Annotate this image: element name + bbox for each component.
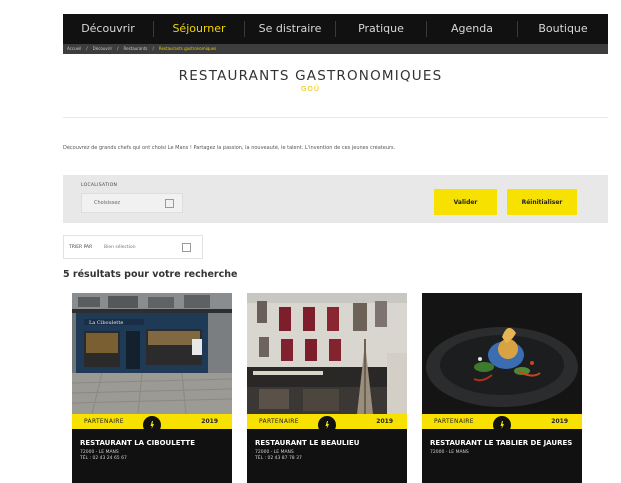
divider — [63, 117, 608, 118]
card-body: RESTAURANT LE BEAULIEU 72000 - LE MANS T… — [247, 429, 407, 483]
restaurant-name[interactable]: RESTAURANT LA CIBOULETTE — [80, 439, 224, 448]
restaurant-name[interactable]: RESTAURANT LE TABLIER DE JAURES — [430, 439, 574, 448]
partner-label: PARTENAIRE — [434, 418, 474, 425]
restaurant-phone: TÉL : 02 43 87 78 37 — [255, 456, 302, 461]
card-body: RESTAURANT LA CIBOULETTE 72000 - LE MANS… — [72, 429, 232, 483]
validate-button[interactable]: Valider — [434, 189, 497, 215]
breadcrumb-separator: / — [152, 46, 154, 51]
partner-band: PARTENAIRE 2019 — [422, 414, 582, 434]
partner-year: 2019 — [551, 418, 568, 425]
reset-button[interactable]: Réinitialiser — [507, 189, 577, 215]
breadcrumb-current: Restaurants gastronomiques — [158, 46, 217, 51]
sort-select-value[interactable]: Bien sélection — [104, 245, 136, 250]
filter-bar: LOCALISATION Choisissez Valider Réinitia… — [63, 175, 608, 223]
sort-toggle-icon[interactable] — [182, 243, 191, 252]
result-card[interactable]: PARTENAIRE 2019 RESTAURANT LE BEAULIEU 7… — [247, 293, 407, 483]
partner-band: PARTENAIRE 2019 — [247, 414, 407, 434]
select-toggle-icon[interactable] — [165, 199, 174, 208]
restaurant-city: 72000 - LE MANS — [430, 450, 469, 455]
location-select[interactable]: Choisissez — [81, 193, 183, 213]
svg-text:La Ciboulette: La Ciboulette — [89, 320, 123, 326]
breadcrumb-item[interactable]: Restaurants — [124, 44, 148, 54]
breadcrumb-item[interactable]: Accueil — [67, 44, 81, 54]
sort-label: TRIER PAR — [69, 244, 93, 250]
result-card[interactable]: PARTENAIRE 2019 RESTAURANT LE TABLIER DE… — [422, 293, 582, 483]
location-select-value: Choisissez — [94, 200, 121, 206]
nav-item-sejourner[interactable]: Séjourner — [154, 21, 245, 37]
nav-item-decouvrir[interactable]: Découvrir — [63, 21, 154, 37]
page-subtitle: GOÛ — [300, 85, 321, 93]
restaurant-photo[interactable]: La Ciboulette — [72, 293, 232, 414]
partner-year: 2019 — [376, 418, 393, 425]
nav-item-boutique[interactable]: Boutique — [518, 21, 608, 37]
restaurant-photo[interactable] — [422, 293, 582, 414]
main-navigation: Découvrir Séjourner Se distraire Pratiqu… — [63, 14, 608, 44]
nav-item-se-distraire[interactable]: Se distraire — [245, 21, 336, 37]
result-card[interactable]: La Ciboulette PARTENAIRE 2019 RESTAURANT… — [72, 293, 232, 483]
breadcrumb: Accueil / Découvrir / Restaurants / Rest… — [63, 44, 608, 54]
partner-label: PARTENAIRE — [84, 418, 124, 425]
partner-label: PARTENAIRE — [259, 418, 299, 425]
nav-item-pratique[interactable]: Pratique — [336, 21, 427, 37]
breadcrumb-separator: / — [86, 46, 88, 51]
results-count: 5 résultats pour votre recherche — [63, 269, 238, 280]
card-body: RESTAURANT LE TABLIER DE JAURES 72000 - … — [422, 429, 582, 483]
nav-item-agenda[interactable]: Agenda — [427, 21, 518, 37]
breadcrumb-item[interactable]: Découvrir — [93, 44, 113, 54]
restaurant-city: 72000 - LE MANS — [255, 450, 294, 455]
restaurant-phone: TÉL : 02 43 24 65 67 — [80, 456, 127, 461]
partner-band: PARTENAIRE 2019 — [72, 414, 232, 434]
page-title: RESTAURANTS GASTRONOMIQUES — [178, 68, 443, 84]
partner-year: 2019 — [201, 418, 218, 425]
breadcrumb-separator: / — [117, 46, 119, 51]
restaurant-photo[interactable] — [247, 293, 407, 414]
sort-control[interactable]: TRIER PAR Bien sélection — [63, 235, 203, 259]
location-label: LOCALISATION — [81, 183, 118, 188]
restaurant-city: 72000 - LE MANS — [80, 450, 119, 455]
restaurant-name[interactable]: RESTAURANT LE BEAULIEU — [255, 439, 399, 448]
intro-text: Découvrez de grands chefs qui ont choisi… — [63, 145, 396, 151]
